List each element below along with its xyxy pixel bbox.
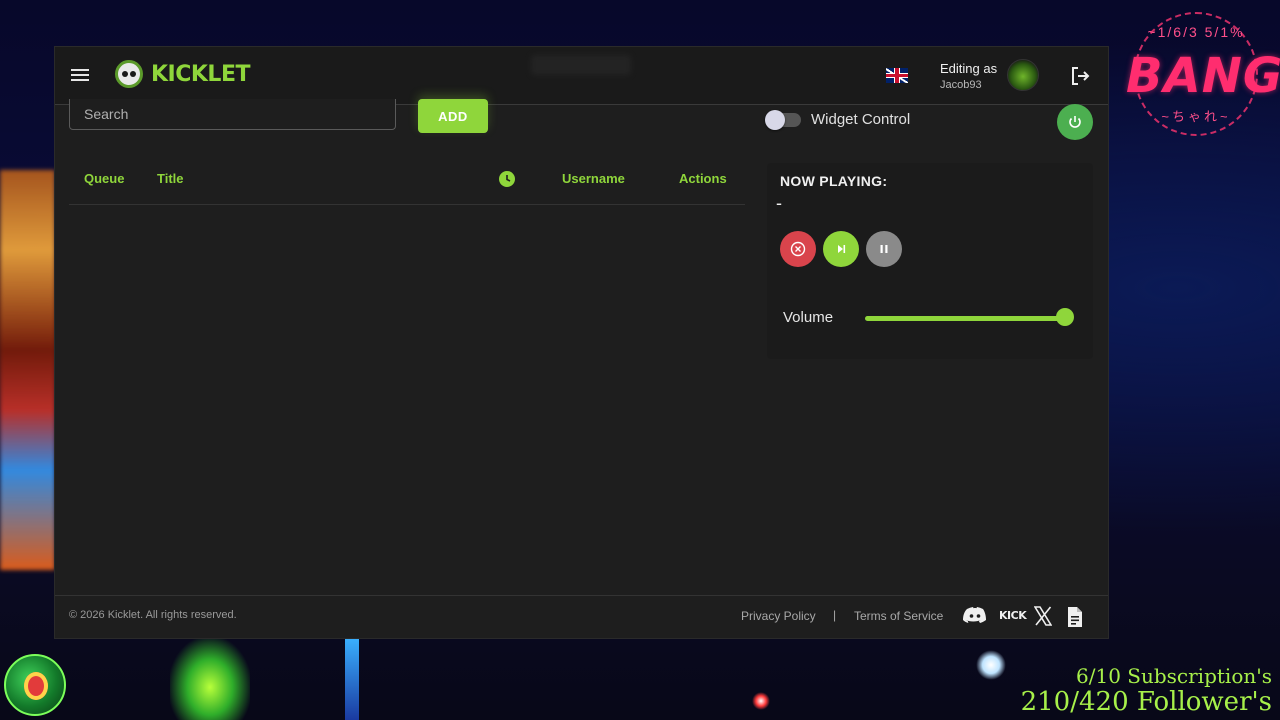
column-queue: Queue — [84, 171, 125, 186]
app-logo-text: KICKLET — [151, 61, 250, 87]
brand-title: BANG — [1126, 48, 1280, 104]
clock-icon — [499, 171, 515, 187]
app-logo[interactable]: KICKLET — [115, 60, 250, 88]
volume-slider-thumb[interactable] — [1056, 308, 1074, 326]
stream-goal-stats: 6/10 Subscription's 210/420 Follower's — [1021, 665, 1272, 718]
queue-table-header: Queue Title Username Actions — [69, 165, 745, 205]
panda-logo-icon — [115, 60, 143, 88]
copyright: © 2026 Kicklet. All rights reserved. — [69, 609, 237, 621]
widget-control-toggle[interactable] — [765, 110, 801, 130]
footer: © 2026 Kicklet. All rights reserved. Pri… — [55, 595, 1108, 638]
avatar[interactable] — [1007, 59, 1039, 91]
now-playing-card: NOW PLAYING: - Volume — [767, 163, 1093, 359]
stop-button[interactable] — [780, 231, 816, 267]
volume-slider-track[interactable] — [865, 316, 1065, 321]
column-actions: Actions — [679, 171, 727, 186]
top-bar: KICKLET Editing as Jacob93 — [55, 47, 1108, 105]
search-input[interactable] — [69, 99, 396, 130]
terms-of-service-link[interactable]: Terms of Service — [854, 609, 943, 623]
stream-brand-logo: ~1/6/3 5/1% BANG ~ちゃれ~ — [1126, 12, 1280, 140]
column-username: Username — [562, 171, 625, 186]
stream-corner-emblem-icon — [4, 654, 66, 716]
pause-icon — [880, 245, 888, 253]
column-title: Title — [157, 171, 184, 186]
x-icon[interactable] — [1033, 606, 1053, 631]
pause-button[interactable] — [866, 231, 902, 267]
uk-flag-icon[interactable] — [886, 68, 908, 83]
now-playing-track: - — [776, 193, 782, 213]
power-icon — [1069, 116, 1081, 128]
blurred-header-element — [531, 55, 631, 75]
brand-top-text: ~1/6/3 5/1% — [1147, 24, 1245, 40]
brand-bottom-text: ~ちゃれ~ — [1161, 109, 1231, 124]
add-button[interactable]: ADD — [418, 99, 488, 133]
skip-button[interactable] — [823, 231, 859, 267]
privacy-policy-link[interactable]: Privacy Policy — [741, 609, 816, 623]
background-light — [752, 692, 770, 710]
background-light — [976, 650, 1006, 680]
skip-icon — [838, 245, 846, 253]
editing-username: Jacob93 — [940, 79, 982, 91]
subscription-goal: 6/10 Subscription's — [1076, 664, 1272, 689]
stop-icon — [790, 241, 806, 257]
footer-separator: | — [833, 608, 837, 622]
widget-control-label: Widget Control — [811, 111, 911, 128]
background-neon-sign — [0, 170, 55, 570]
editing-label: Editing as — [940, 61, 998, 76]
follower-goal: 210/420 Follower's — [1020, 687, 1272, 718]
kick-icon[interactable]: KICK — [999, 609, 1027, 622]
volume-label: Volume — [783, 309, 834, 326]
background-neon-glow — [170, 638, 250, 720]
document-icon[interactable] — [1066, 606, 1084, 633]
background-neon-tube — [345, 638, 359, 720]
power-button[interactable] — [1057, 104, 1093, 140]
now-playing-label: NOW PLAYING: — [780, 173, 888, 189]
hamburger-icon[interactable] — [71, 66, 89, 86]
logout-icon[interactable] — [1069, 65, 1091, 87]
editing-as: Editing as Jacob93 — [940, 61, 997, 91]
kicklet-app-window: KICKLET Editing as Jacob93 ADD Queue Tit… — [55, 47, 1108, 638]
discord-icon[interactable] — [963, 606, 987, 631]
